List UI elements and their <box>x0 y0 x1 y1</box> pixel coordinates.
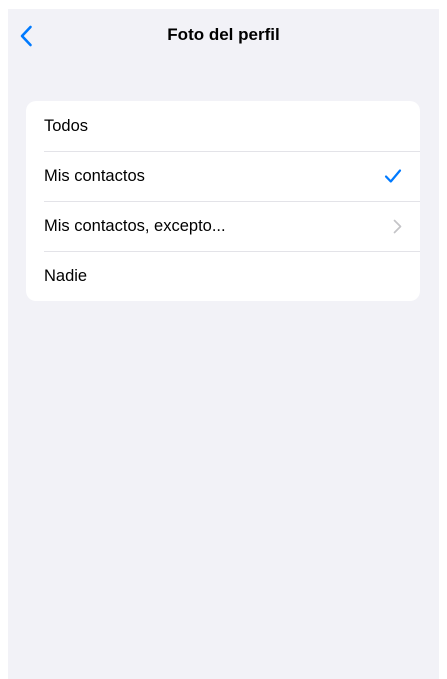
screen: Foto del perfil Todos Mis contactos Mis … <box>8 9 439 679</box>
option-mis-contactos[interactable]: Mis contactos <box>26 151 420 201</box>
option-mis-contactos-excepto[interactable]: Mis contactos, excepto... <box>26 201 420 251</box>
option-trailing <box>382 168 402 184</box>
navigation-bar: Foto del perfil <box>8 9 439 61</box>
chevron-right-icon <box>393 219 402 233</box>
option-todos[interactable]: Todos <box>26 101 420 151</box>
page-title: Foto del perfil <box>167 25 280 44</box>
option-label: Todos <box>44 116 89 135</box>
checkmark-icon <box>384 169 402 183</box>
back-button[interactable] <box>8 18 44 54</box>
options-list: Todos Mis contactos Mis contactos, excep… <box>26 101 420 301</box>
option-nadie[interactable]: Nadie <box>26 251 420 301</box>
option-trailing <box>382 219 402 234</box>
chevron-left-icon <box>20 25 32 47</box>
option-label: Mis contactos, excepto... <box>44 216 226 235</box>
option-label: Mis contactos <box>44 166 145 185</box>
option-label: Nadie <box>44 266 88 285</box>
